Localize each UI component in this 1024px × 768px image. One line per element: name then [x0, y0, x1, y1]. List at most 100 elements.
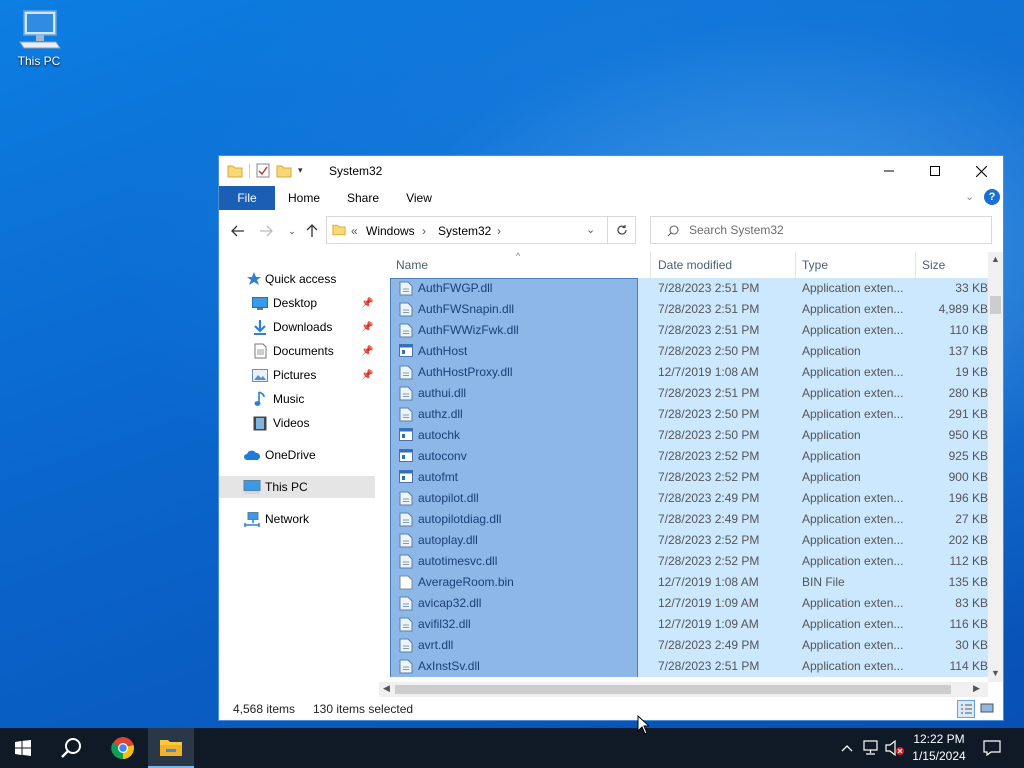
maximize-button[interactable]: [912, 156, 958, 186]
nav-network[interactable]: Network: [219, 508, 375, 530]
tab-view[interactable]: View: [397, 186, 441, 210]
search-button[interactable]: [48, 728, 94, 768]
vertical-scroll-thumb[interactable]: [990, 296, 1001, 314]
tab-share[interactable]: Share: [339, 186, 387, 210]
breadcrumb-windows[interactable]: Windows: [366, 224, 415, 238]
table-row[interactable]: autofmt 7/28/2023 2:52 PM Application 900 K…: [390, 467, 988, 488]
selection-count: 130 items selected: [313, 702, 414, 716]
up-button[interactable]: [303, 222, 321, 240]
horizontal-scroll-thumb[interactable]: [395, 685, 951, 694]
toolbar-divider: [249, 163, 250, 178]
breadcrumb-separator-icon[interactable]: ›: [422, 224, 426, 238]
nav-this-pc[interactable]: This PC: [219, 476, 375, 498]
nav-music[interactable]: Music: [219, 388, 375, 410]
file-icon: [399, 407, 413, 422]
clock[interactable]: 12:22 PM 1/15/2024: [900, 731, 978, 765]
table-row[interactable]: avrt.dll 7/28/2023 2:49 PM Application ext…: [390, 635, 988, 656]
network-status-button[interactable]: [860, 728, 882, 768]
table-row[interactable]: avicap32.dll 12/7/2019 1:09 AM Application…: [390, 593, 988, 614]
table-row[interactable]: autoconv 7/28/2023 2:52 PM Application 925 …: [390, 446, 988, 467]
file-date: 7/28/2023 2:51 PM: [658, 302, 760, 316]
table-row[interactable]: autopilot.dll 7/28/2023 2:49 PM Applicatio…: [390, 488, 988, 509]
table-row[interactable]: authz.dll 7/28/2023 2:50 PM Application ex…: [390, 404, 988, 425]
horizontal-scrollbar[interactable]: ◀ ▶: [379, 682, 988, 697]
breadcrumb-separator-icon[interactable]: ›: [497, 224, 501, 238]
forward-button[interactable]: [257, 222, 275, 240]
table-row[interactable]: AuthFWGP.dll 7/28/2023 2:51 PM Application…: [390, 278, 988, 299]
address-history-chevron-icon[interactable]: ⌄: [586, 223, 595, 236]
minimize-button[interactable]: [866, 156, 912, 186]
application-icon: [399, 470, 413, 485]
start-button[interactable]: [0, 728, 46, 768]
expand-ribbon-chevron-icon[interactable]: ⌄: [965, 190, 974, 203]
nav-pictures[interactable]: Pictures 📌: [219, 364, 375, 386]
file-size: 291 KB: [948, 407, 988, 421]
desktop-icon-this-pc[interactable]: This PC: [10, 8, 68, 68]
table-row[interactable]: AuthHostProxy.dll 12/7/2019 1:08 AM Applic…: [390, 362, 988, 383]
taskbar: 12:22 PM 1/15/2024: [0, 728, 1024, 768]
file-type: Application exten...: [802, 281, 904, 295]
table-row[interactable]: AxInstSv.dll 7/28/2023 2:51 PM Application…: [390, 656, 988, 677]
file-size: 112 KB: [949, 554, 988, 568]
scroll-right-arrow-icon[interactable]: ▶: [973, 683, 980, 694]
column-header-name[interactable]: Name ^: [390, 252, 651, 278]
clock-time: 12:22 PM: [913, 732, 965, 746]
tab-home[interactable]: Home: [281, 186, 327, 210]
close-button[interactable]: [958, 156, 1004, 186]
minimize-icon: [884, 170, 894, 172]
file-date: 7/28/2023 2:52 PM: [658, 449, 760, 463]
new-folder-icon[interactable]: [276, 164, 292, 178]
tab-file[interactable]: File: [219, 186, 275, 210]
customize-toolbar-chevron-icon[interactable]: ▾: [298, 165, 303, 176]
scroll-up-arrow-icon[interactable]: ▲: [991, 254, 1000, 264]
pin-icon[interactable]: 📌: [361, 322, 373, 333]
table-row[interactable]: avifil32.dll 12/7/2019 1:09 AM Application…: [390, 614, 988, 635]
nav-videos[interactable]: Videos: [219, 412, 375, 434]
file-name: autoplay.dll: [418, 533, 478, 547]
nav-documents[interactable]: Documents 📌: [219, 340, 375, 362]
table-row[interactable]: AuthFWSnapin.dll 7/28/2023 2:51 PM Applica…: [390, 299, 988, 320]
back-button[interactable]: [229, 222, 247, 240]
large-icons-view-button[interactable]: [979, 700, 997, 718]
nav-quick-access[interactable]: Quick access: [219, 268, 375, 290]
help-icon[interactable]: ?: [984, 189, 1000, 205]
file-size: 114 KB: [949, 659, 988, 673]
scroll-left-arrow-icon[interactable]: ◀: [383, 683, 390, 694]
item-count: 4,568 items: [233, 702, 296, 716]
search-box[interactable]: [650, 216, 992, 244]
chrome-taskbar-button[interactable]: [100, 728, 146, 768]
file-explorer-taskbar-button[interactable]: [148, 728, 194, 768]
details-view-button[interactable]: [957, 700, 975, 718]
nav-downloads[interactable]: Downloads 📌: [219, 316, 375, 338]
properties-icon[interactable]: [256, 163, 270, 178]
vertical-scrollbar[interactable]: ▲ ▼: [988, 252, 1003, 682]
title-bar[interactable]: ▾ System32: [219, 156, 1003, 186]
table-row[interactable]: autochk 7/28/2023 2:50 PM Application 950 K…: [390, 425, 988, 446]
refresh-button[interactable]: [608, 216, 636, 244]
table-row[interactable]: autopilotdiag.dll 7/28/2023 2:49 PM Applic…: [390, 509, 988, 530]
action-center-button[interactable]: [978, 728, 1006, 768]
show-hidden-icons-button[interactable]: [838, 728, 856, 768]
breadcrumb-overflow[interactable]: «: [351, 224, 358, 238]
pin-icon[interactable]: 📌: [361, 298, 373, 309]
table-row[interactable]: AuthHost 7/28/2023 2:50 PM Application 137 …: [390, 341, 988, 362]
breadcrumb-system32[interactable]: System32: [438, 224, 491, 238]
column-header-size[interactable]: Size: [916, 252, 988, 278]
table-row[interactable]: AverageRoom.bin 12/7/2019 1:08 AM BIN File…: [390, 572, 988, 593]
table-row[interactable]: autoplay.dll 7/28/2023 2:52 PM Application…: [390, 530, 988, 551]
navigation-pane: Quick access Desktop 📌 Downloads 📌 Docum…: [219, 252, 379, 692]
table-row[interactable]: AuthFWWizFwk.dll 7/28/2023 2:51 PM Applica…: [390, 320, 988, 341]
scroll-down-arrow-icon[interactable]: ▼: [991, 668, 1000, 678]
column-header-type[interactable]: Type: [796, 252, 916, 278]
pin-icon[interactable]: 📌: [361, 346, 373, 357]
nav-onedrive[interactable]: OneDrive: [219, 444, 375, 466]
search-input[interactable]: [689, 222, 979, 238]
recent-locations-chevron-icon[interactable]: ⌄: [283, 222, 301, 240]
nav-desktop[interactable]: Desktop 📌: [219, 292, 375, 314]
pin-icon[interactable]: 📌: [361, 370, 373, 381]
address-bar[interactable]: « Windows › System32 › ⌄: [326, 216, 608, 244]
table-row[interactable]: authui.dll 7/28/2023 2:51 PM Application e…: [390, 383, 988, 404]
film-icon: [251, 415, 269, 431]
table-row[interactable]: autotimesvc.dll 7/28/2023 2:52 PM Applicat…: [390, 551, 988, 572]
column-header-date[interactable]: Date modified: [652, 252, 796, 278]
